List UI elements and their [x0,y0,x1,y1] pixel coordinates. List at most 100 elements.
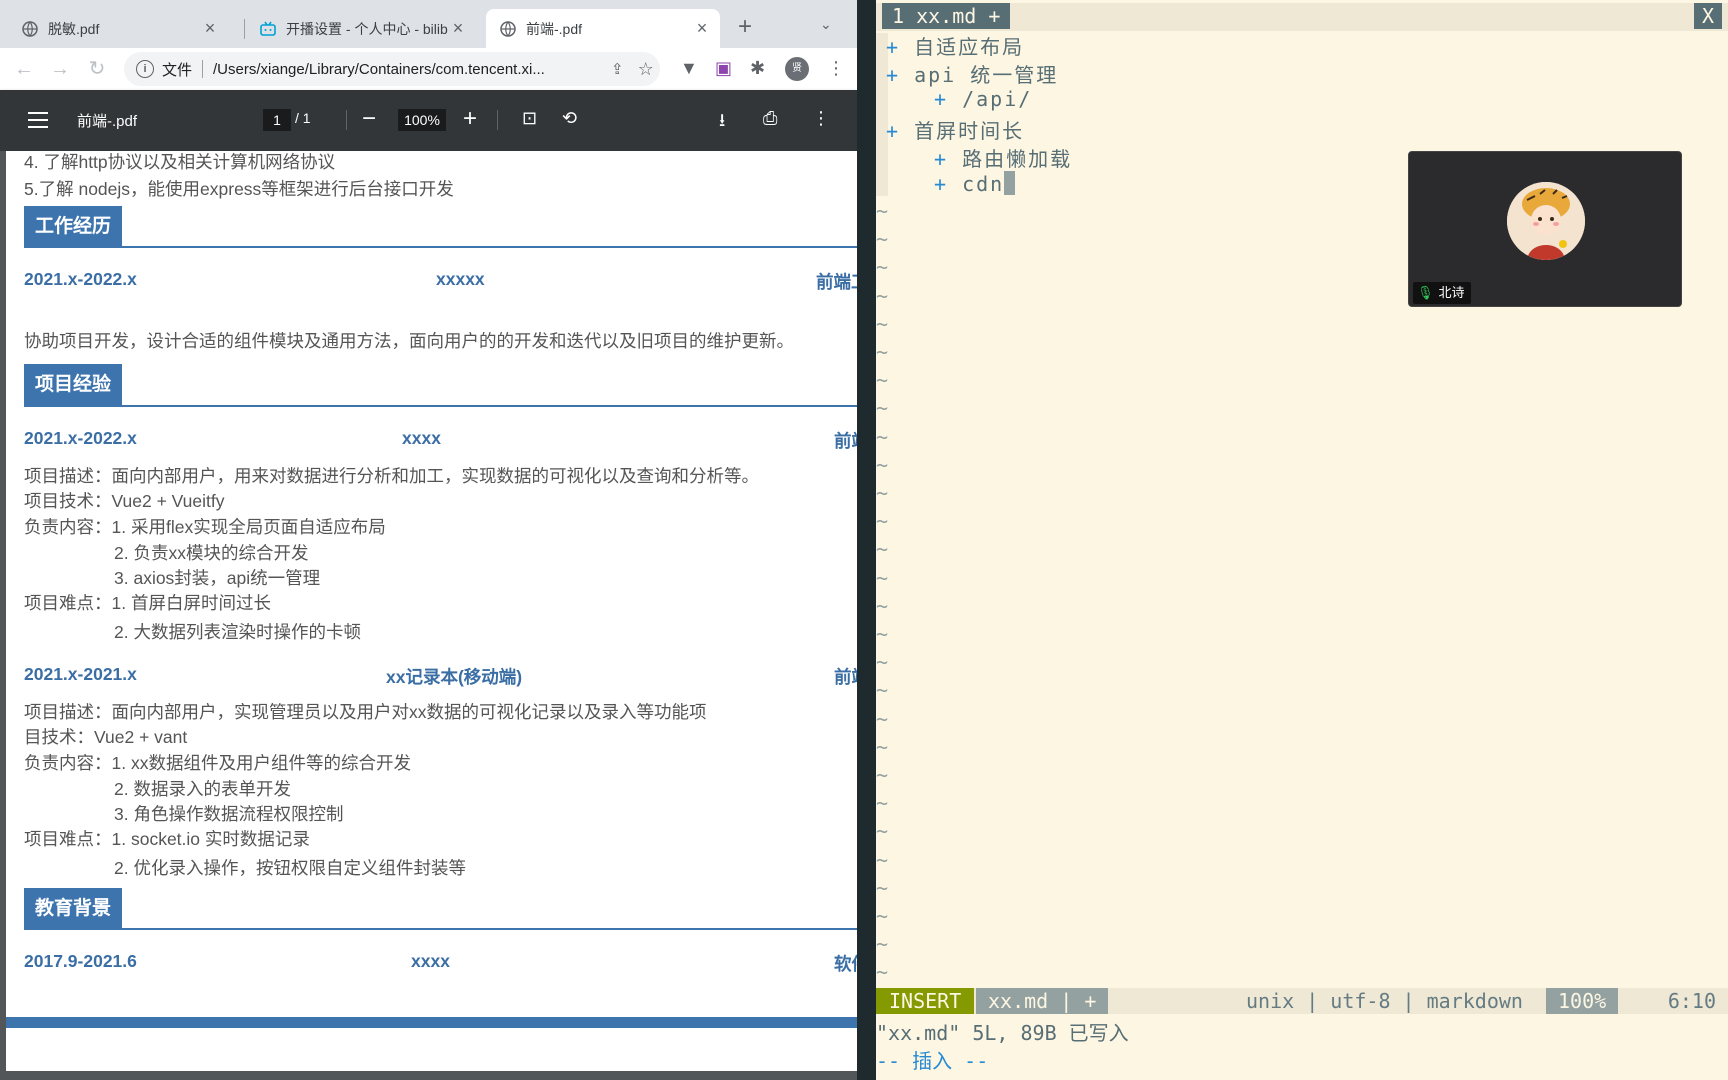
tab-search-button[interactable]: ⌄ [820,16,832,33]
hamburger-menu-icon[interactable] [28,112,48,133]
project-line: 负责内容：1. 采用flex实现全局页面自适应布局 [24,517,386,537]
pdf-toolbar: 前端-.pdf 1 / 1 − 100% + ⊡ ⟲ ⭳ ⎙ ⋮ [0,90,857,151]
address-bar[interactable]: i 文件 /Users/xiange/Library/Containers/co… [124,52,660,86]
scheme-label: 文件 [162,61,193,79]
zoom-input[interactable]: 100% [398,109,446,131]
more-options-icon[interactable]: ⋮ [812,108,830,129]
rotate-icon[interactable]: ⟲ [562,108,577,129]
close-icon[interactable]: × [448,18,468,39]
reload-icon[interactable]: ↻ [84,56,110,82]
project-line: 负责内容：1. xx数据组件及用户组件等的综合开发 [24,753,411,773]
print-icon[interactable]: ⎙ [763,108,777,129]
line-text: 自适应布局 [914,35,1025,59]
participant-name-tag: 🎙 北诗 [1413,282,1471,304]
project-line: 目技术：Vue2 + vant [24,727,188,747]
new-tab-button[interactable]: + [732,14,758,40]
line-text: /api/ [962,87,1033,111]
project-line: 3. 角色操作数据流程权限控制 [114,804,344,824]
bilibili-icon [260,21,276,36]
info-icon[interactable]: i [136,60,154,78]
section-heading-work: 工作经历 [24,206,123,247]
toolbar-divider [346,110,347,130]
project-line: 2. 负责xx模块的综合开发 [114,543,309,563]
empty-line-tilde: ~ [876,904,889,928]
empty-line-tilde: ~ [876,311,889,336]
status-fileinfo: unix | utf-8 | markdown [1246,989,1523,1013]
empty-line-tilde: ~ [876,565,889,590]
vim-message: "xx.md" 5L, 89B 已写入 [876,1021,1129,1045]
empty-line-tilde: ~ [876,283,889,308]
skill-line: 5.了解 nodejs，能使用express等框架进行后台接口开发 [24,179,454,199]
bullet-plus: + [886,35,901,59]
url-text[interactable]: /Users/xiange/Library/Containers/com.ten… [213,61,603,78]
extension-window-icon[interactable]: ▣ [715,58,732,79]
tab-desensitized-pdf[interactable]: 脱敏.pdf × [8,9,228,48]
status-percent: 100% [1546,988,1619,1014]
extensions-puzzle-icon[interactable]: ✱ [750,58,765,79]
pdf-footer-bar [6,1017,857,1028]
project-line: 项目描述：面向内部用户，用来对数据进行分析和加工，实现数据的可视化以及查询和分析… [24,466,759,486]
project-line: 2. 优化录入操作，按钮权限自定义组件封装等 [114,858,466,878]
bullet-plus: + [934,87,949,111]
empty-line-tilde: ~ [876,847,889,872]
work-description: 协助项目开发，设计合适的组件模块及通用方法，面向用户的的开发和迭代以及旧项目的维… [24,331,794,351]
line-text: api 统一管理 [914,63,1059,87]
empty-line-tilde: ~ [876,819,889,844]
line-text: 首屏时间长 [914,119,1025,143]
fit-page-icon[interactable]: ⊡ [522,108,537,129]
empty-line-tilde: ~ [876,932,889,957]
skill-line: 4. 了解http协议以及相关计算机网络协议 [24,152,336,172]
profile-avatar[interactable]: 贤 [785,57,809,81]
section-rule [24,405,857,407]
bookmark-star-icon[interactable]: ☆ [638,59,654,80]
vue-devtools-icon[interactable]: ▼ [680,58,698,79]
download-icon[interactable]: ⭳ [719,108,725,138]
project-line: 3. axios封装，api统一管理 [114,568,321,588]
browser-toolbar: ← → ↻ i 文件 /Users/xiange/Library/Contain… [0,48,857,91]
page-number-input[interactable]: 1 [263,109,291,131]
project-line: 项目技术：Vue2 + Vueitfy [24,491,225,511]
vim-line-1: + 自适应布局 [886,31,1024,60]
pdf-viewport[interactable]: 4. 了解http协议以及相关计算机网络协议 5.了解 nodejs，能使用ex… [0,151,857,1080]
cartoon-avatar-icon [1507,182,1585,260]
project-line: 2. 大数据列表渲染时操作的卡顿 [114,622,361,642]
close-icon[interactable]: × [200,18,220,39]
page-total: / 1 [295,110,311,126]
zoom-in-icon[interactable]: + [463,104,477,134]
pane-divider[interactable] [857,0,876,1080]
project-line: 项目难点：1. socket.io 实时数据记录 [24,829,310,849]
omnibox-divider [202,60,204,78]
vim-line-6: + cdn [934,171,1016,196]
bullet-plus: + [886,63,901,87]
empty-line-tilde: ~ [876,509,889,534]
line-text: cdn [962,172,1005,196]
section-heading-education: 教育背景 [24,888,123,929]
work-company: xxxxx [436,269,485,289]
globe-icon [22,20,38,37]
tab-label: 开播设置 - 个人中心 - bilibili [286,20,448,37]
status-cursor-position: 6:10 [1640,988,1728,1014]
bullet-plus: + [934,147,949,171]
vim-close-button[interactable]: X [1693,3,1722,29]
zoom-out-icon[interactable]: − [362,104,376,134]
tab-frontend-pdf[interactable]: 前端-.pdf × [486,9,720,48]
share-icon[interactable]: ⇪ [611,60,624,78]
empty-line-tilde: ~ [876,622,889,646]
education-major: 软件 [834,954,857,974]
forward-icon[interactable]: → [47,56,73,82]
empty-line-tilde: ~ [876,396,889,421]
vim-tab-xx-md[interactable]: 1 xx.md + [882,3,1011,29]
project-name: xx记录本(移动端) [386,667,523,687]
status-filename: xx.md | + [976,988,1109,1014]
back-icon[interactable]: ← [11,56,37,82]
empty-line-tilde: ~ [876,199,889,223]
project-name: xxxx [402,428,441,448]
microphone-icon: 🎙 [1417,285,1434,300]
video-call-window[interactable]: 🎙 北诗 [1408,151,1682,307]
empty-line-tilde: ~ [876,875,889,900]
vim-line-3: + /api/ [934,87,1032,111]
tab-bilibili-settings[interactable]: 开播设置 - 个人中心 - bilibili × [246,9,476,48]
close-icon[interactable]: × [692,18,712,39]
kebab-menu-icon[interactable]: ⋮ [827,58,845,79]
tab-label: 前端-.pdf [526,20,583,37]
